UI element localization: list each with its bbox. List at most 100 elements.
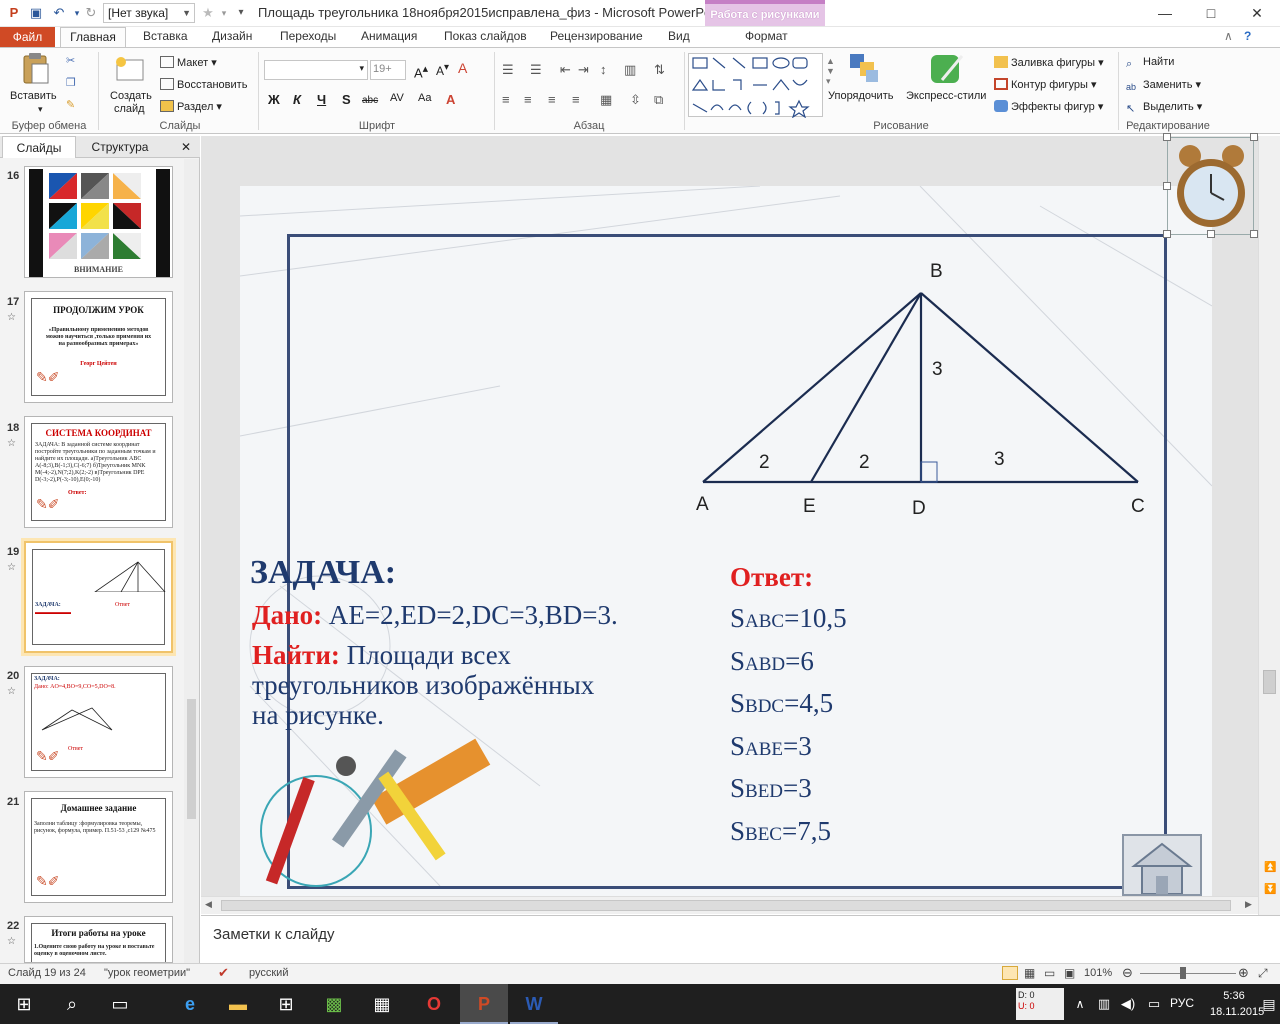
zoom-slider[interactable] <box>1140 973 1236 974</box>
bold-button[interactable]: Ж <box>268 92 280 107</box>
increase-indent-icon[interactable]: ⇥ <box>578 62 589 78</box>
slide-sorter-icon[interactable]: ▦ <box>1024 966 1035 980</box>
windows-start-icon[interactable]: ⊞ <box>0 984 48 1024</box>
language-indicator[interactable]: русский <box>249 967 288 979</box>
slide-thumb-21[interactable]: Домашнее задание Заполни таблицу :формул… <box>24 791 173 903</box>
save-icon[interactable]: ▣ <box>27 4 45 22</box>
tab-slideshow[interactable]: Показ слайдов <box>444 29 527 43</box>
previous-slide-icon[interactable]: ⏫ <box>1264 862 1276 873</box>
cut-icon[interactable]: ✂ <box>66 54 75 67</box>
theme-name[interactable]: "урок геометрии" <box>104 967 190 979</box>
scroll-right-icon[interactable]: ▶ <box>1245 899 1252 910</box>
minimize-button[interactable]: — <box>1142 0 1188 27</box>
tray-chevron-icon[interactable]: ∧ <box>1068 984 1092 1024</box>
font-size-select[interactable]: 19+ <box>370 60 406 80</box>
zoom-out-icon[interactable]: ⊖ <box>1122 965 1133 981</box>
slideshow-icon[interactable]: ▣ <box>1064 966 1075 980</box>
zoom-level[interactable]: 101% <box>1084 967 1112 979</box>
arrange-button[interactable]: Упорядочить <box>828 90 893 102</box>
close-panel-icon[interactable]: ✕ <box>176 136 196 158</box>
reading-view-icon[interactable]: ▭ <box>1044 966 1055 980</box>
columns-icon[interactable]: ▥ <box>624 62 636 78</box>
powerpoint-app-icon[interactable]: P <box>5 4 23 22</box>
panel-scrollbar-thumb[interactable] <box>187 699 196 819</box>
battery-icon[interactable]: ▭ <box>1142 984 1166 1024</box>
minimize-ribbon-icon[interactable]: ∧ <box>1224 29 1233 43</box>
shape-effects-button[interactable]: Эффекты фигур ▾ <box>994 100 1103 113</box>
section-button[interactable]: Раздел ▾ <box>160 100 222 113</box>
paste-button[interactable]: Вставить <box>10 90 57 102</box>
resize-handle[interactable] <box>1250 230 1258 238</box>
slide-thumb-20[interactable]: ЗАДАЧА: Дано: AO=4,BO=9,CO=5,DO=8. Ответ… <box>24 666 173 778</box>
notifications-icon[interactable]: ▤ <box>1258 984 1280 1024</box>
arrange-icon[interactable] <box>848 52 882 84</box>
scroll-left-icon[interactable]: ◀ <box>205 899 212 910</box>
grow-font-icon[interactable]: A▴ <box>414 62 428 80</box>
text-direction-icon[interactable]: ⇅ <box>654 62 665 78</box>
opera-icon[interactable]: O <box>410 984 458 1024</box>
network-icon[interactable]: ▥ <box>1092 984 1116 1024</box>
gallery-scroll-icon[interactable]: ▲ ▼ ▾ <box>826 56 835 87</box>
notes-pane[interactable]: Заметки к слайду <box>201 915 1280 963</box>
star-dropdown-icon[interactable]: ▾ <box>215 4 233 22</box>
new-slide-button-line2[interactable]: слайд <box>114 103 145 115</box>
slide-thumb-22[interactable]: Итоги работы на уроке 1.Оцените свою раб… <box>24 916 173 963</box>
slide-canvas[interactable]: B A E D C 2 2 3 3 ЗАДАЧА: Дано: AE=2,ED=… <box>240 186 1212 896</box>
shapes-gallery[interactable] <box>688 53 823 119</box>
customize-qat-icon[interactable]: ▾ <box>232 4 250 22</box>
underline-button[interactable]: Ч <box>317 92 326 107</box>
slide-thumb-16[interactable]: ВНИМАНИЕ <box>24 166 173 278</box>
vertical-scrollbar-thumb[interactable] <box>1263 670 1276 694</box>
edge-icon[interactable]: e <box>166 984 214 1024</box>
slide-thumb-17[interactable]: ПРОДОЛЖИМ УРОК «Правильному применению м… <box>24 291 173 403</box>
zoom-in-icon[interactable]: ⊕ <box>1238 965 1249 981</box>
new-slide-button[interactable]: Создать <box>110 90 152 102</box>
slide-horizontal-scrollbar[interactable]: ◀ ▶ <box>201 896 1258 914</box>
panel-scrollbar[interactable] <box>184 159 199 963</box>
align-left-icon[interactable]: ≡ <box>502 92 510 107</box>
shape-outline-button[interactable]: Контур фигуры ▾ <box>994 78 1097 91</box>
new-slide-icon[interactable] <box>114 54 148 86</box>
task-view-icon[interactable]: ▭ <box>96 984 144 1024</box>
resize-handle[interactable] <box>1250 133 1258 141</box>
redo-icon[interactable]: ↻ <box>82 4 100 22</box>
word-taskbar-icon[interactable]: W <box>510 984 558 1024</box>
format-painter-icon[interactable]: ✎ <box>66 98 75 111</box>
clear-format-icon[interactable]: A <box>458 60 467 76</box>
shadow-button[interactable]: S <box>342 92 351 107</box>
zoom-slider-thumb[interactable] <box>1180 967 1186 979</box>
home-button[interactable] <box>1122 834 1202 896</box>
calculator-icon[interactable]: ▦ <box>358 984 406 1024</box>
line-spacing-icon[interactable]: ↕ <box>600 62 607 77</box>
alarm-clock-picture[interactable] <box>1167 137 1254 235</box>
maximize-button[interactable]: □ <box>1188 0 1234 27</box>
paste-icon[interactable] <box>18 52 52 84</box>
spellcheck-icon[interactable]: ✔ <box>218 965 229 981</box>
select-button[interactable]: ↖ Выделить ▾ <box>1126 100 1202 115</box>
decrease-indent-icon[interactable]: ⇤ <box>560 62 571 78</box>
copy-icon[interactable]: ❐ <box>66 76 76 89</box>
paste-dropdown-icon[interactable]: ▾ <box>38 104 43 115</box>
close-button[interactable]: ✕ <box>1234 0 1280 27</box>
quick-styles-button[interactable]: Экспресс-стили <box>906 90 986 102</box>
align-center-icon[interactable]: ≡ <box>524 92 532 107</box>
font-name-select[interactable]: ▾ <box>264 60 368 80</box>
powerpoint-taskbar-icon[interactable]: P <box>460 984 508 1024</box>
help-icon[interactable]: ? <box>1244 29 1251 43</box>
tab-home[interactable]: Главная <box>60 27 126 48</box>
sound-select[interactable]: [Нет звука] ▼ <box>103 3 195 23</box>
store-icon[interactable]: ⊞ <box>262 984 310 1024</box>
quick-styles-icon[interactable] <box>928 52 964 84</box>
tab-outline[interactable]: Структура <box>80 136 160 158</box>
resize-handle[interactable] <box>1163 182 1171 190</box>
layout-button[interactable]: Макет ▾ <box>160 56 217 69</box>
bullets-icon[interactable]: ☰ <box>502 62 514 78</box>
tab-slides[interactable]: Слайды <box>2 136 76 158</box>
italic-button[interactable]: К <box>293 92 301 107</box>
people-icon[interactable]: ▩ <box>310 984 358 1024</box>
align-text-icon[interactable]: ⇳ <box>630 92 641 108</box>
slide-thumb-18[interactable]: СИСТЕМА КООРДИНАТ ЗАДАЧА: В заданной сис… <box>24 416 173 528</box>
char-spacing-icon[interactable]: AV <box>390 92 404 104</box>
tab-format[interactable]: Формат <box>745 29 788 43</box>
resize-handle[interactable] <box>1163 230 1171 238</box>
